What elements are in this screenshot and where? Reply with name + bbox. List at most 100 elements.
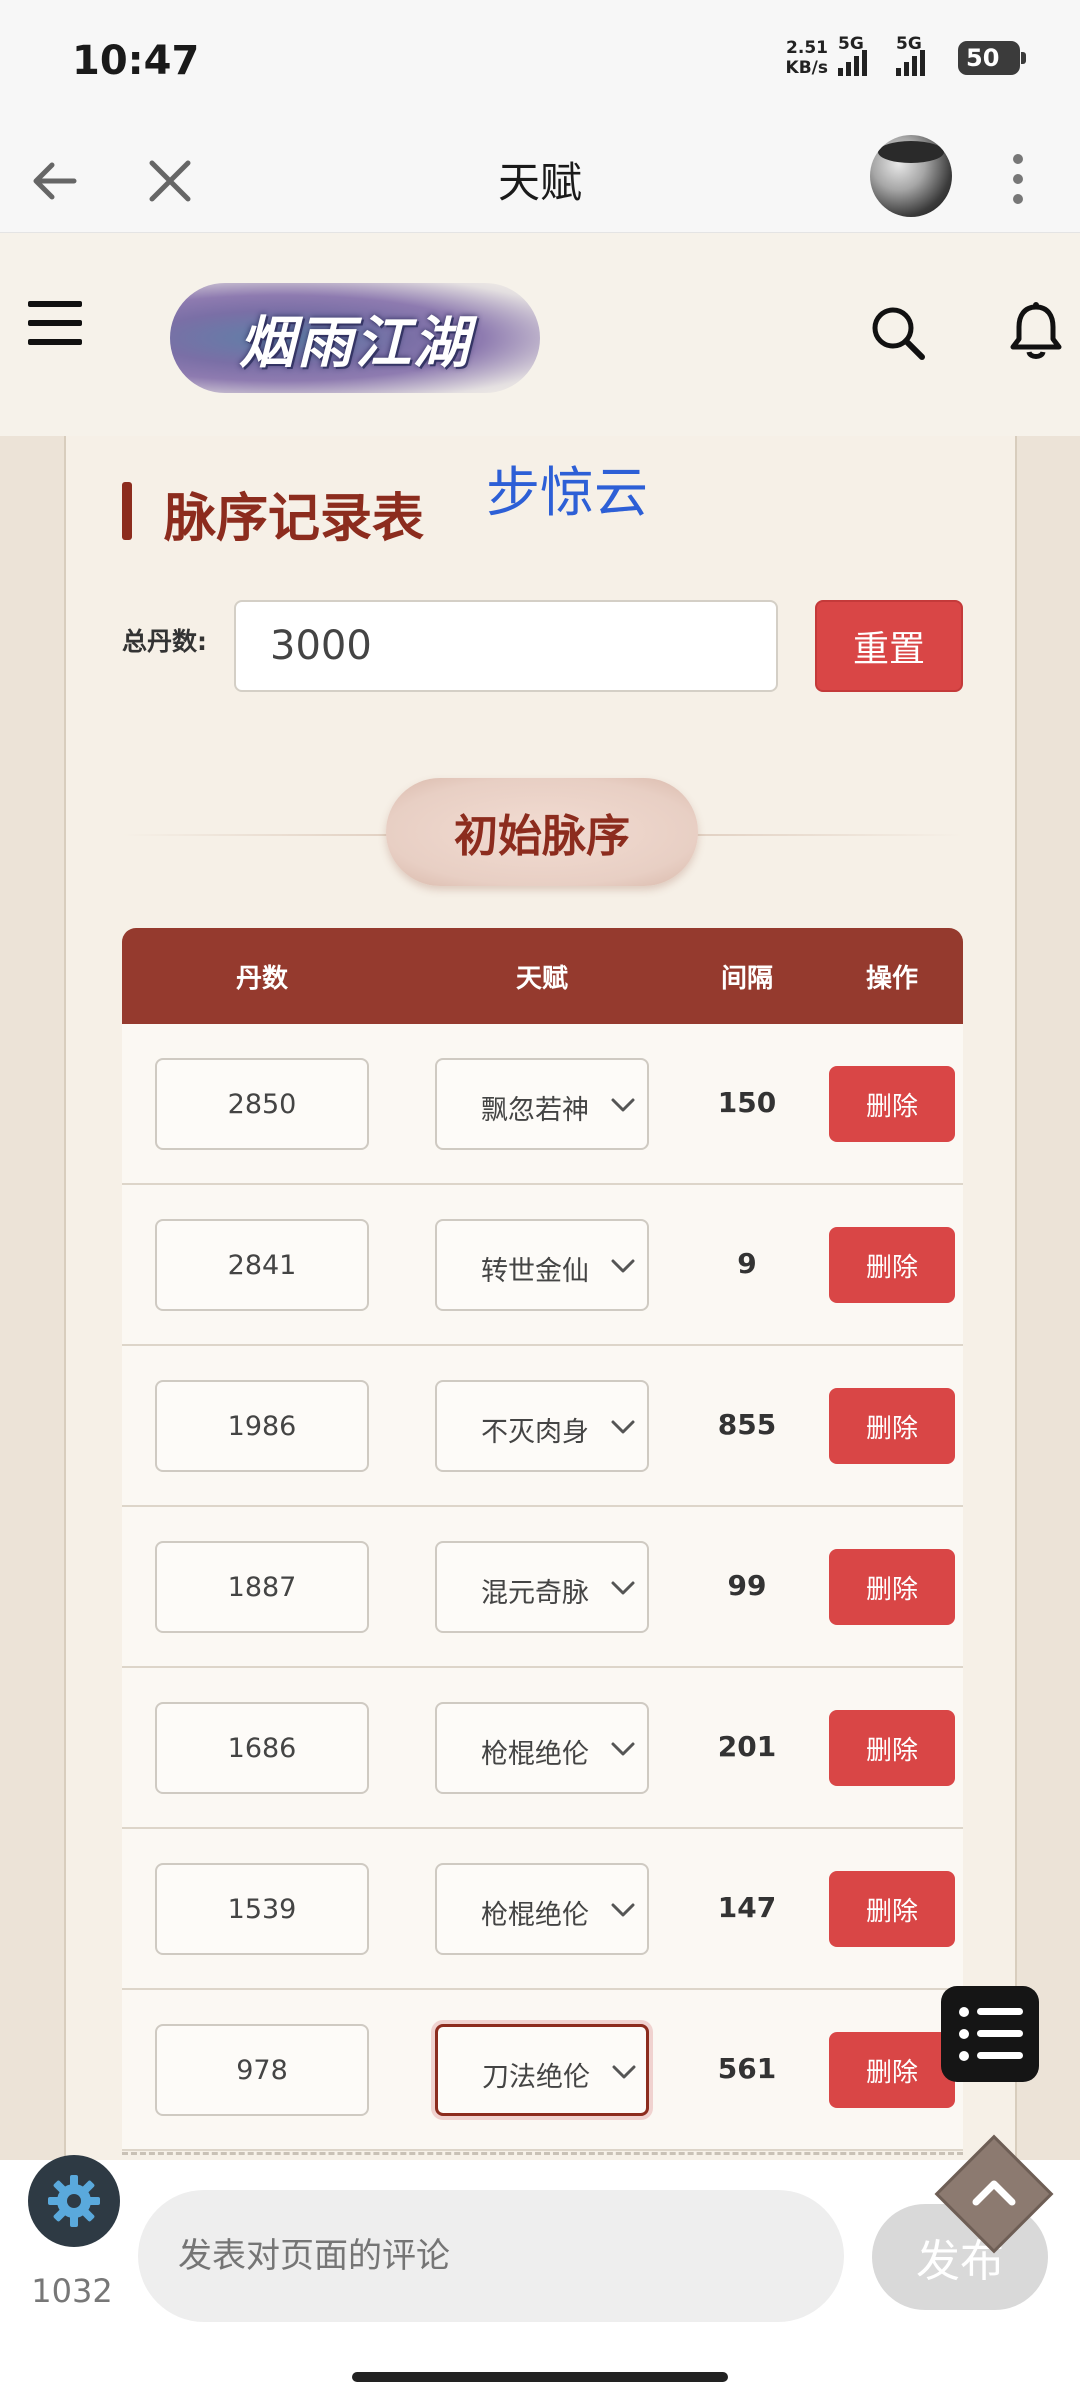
delete-button[interactable]: 删除: [829, 1388, 955, 1464]
talent-value: 刀法绝伦: [482, 2062, 590, 2093]
talent-value: 不灭肉身: [481, 1417, 589, 1448]
talent-value: 枪棍绝伦: [481, 1739, 589, 1770]
talent-select[interactable]: 混元奇脉: [435, 1541, 649, 1633]
table-row: 不灭肉身 855 删除: [122, 1346, 963, 1507]
interval-value: 147: [717, 1891, 777, 1924]
table-row: 混元奇脉 99 删除: [122, 1507, 963, 1668]
interval-value: 9: [737, 1247, 757, 1280]
column-header-talent: 天赋: [515, 963, 568, 994]
bell-icon: [1010, 302, 1062, 359]
notifications-button[interactable]: [1008, 301, 1064, 363]
section-title: 脉序记录表: [122, 476, 424, 551]
chevron-down-icon: [611, 1259, 635, 1273]
more-vertical-icon: [1013, 154, 1023, 204]
interval-value: 99: [727, 1569, 767, 1602]
record-table: 丹数 天赋 间隔 操作 飘忽若神150删除转世金仙9删除不灭肉身855删除混元奇…: [122, 928, 963, 2151]
list-button[interactable]: [941, 1986, 1039, 2082]
dan-input[interactable]: [155, 1541, 369, 1633]
talent-select[interactable]: 枪棍绝伦: [435, 1702, 649, 1794]
close-button[interactable]: [142, 153, 198, 209]
chevron-up-icon: [972, 2180, 1016, 2206]
dan-input[interactable]: [155, 2024, 369, 2116]
battery-icon: 50: [958, 41, 1026, 75]
site-header: 烟雨江湖: [0, 233, 1080, 436]
talent-select[interactable]: 枪棍绝伦: [435, 1863, 649, 1955]
delete-button[interactable]: 删除: [829, 1066, 955, 1142]
network-speed: 2.51 KB/s: [786, 38, 828, 78]
total-label: 总丹数:: [122, 627, 207, 656]
interval-value: 201: [717, 1730, 777, 1763]
column-header-interval: 间隔: [720, 963, 773, 994]
comment-count: 1032: [31, 2272, 113, 2310]
dan-input[interactable]: [155, 1702, 369, 1794]
reset-button[interactable]: 重置: [815, 600, 963, 692]
talent-select[interactable]: 飘忽若神: [435, 1058, 649, 1150]
dan-input[interactable]: [155, 1058, 369, 1150]
talent-select[interactable]: 不灭肉身: [435, 1380, 649, 1472]
table-end-divider: [122, 2152, 963, 2155]
signal-icon: 5G: [838, 34, 886, 76]
chevron-down-icon: [611, 1903, 635, 1917]
site-logo[interactable]: 烟雨江湖: [170, 283, 540, 393]
delete-button[interactable]: 删除: [829, 1871, 955, 1947]
talent-value: 枪棍绝伦: [481, 1900, 589, 1931]
overlay-name: 步惊云: [486, 461, 648, 524]
signal-icon: 5G: [896, 34, 948, 76]
comment-input[interactable]: [138, 2190, 844, 2322]
delete-button[interactable]: 删除: [829, 1227, 955, 1303]
network-speed-value: 2.51: [786, 38, 828, 58]
logo-text: 烟雨江湖: [239, 309, 471, 376]
table-row: 刀法绝伦 561 删除: [122, 1990, 963, 2151]
interval-value: 561: [717, 2052, 777, 2085]
list-icon: [959, 2007, 969, 2017]
dan-input[interactable]: [155, 1863, 369, 1955]
column-header-dan: 丹数: [235, 963, 288, 994]
status-bar: 10:47 2.51 KB/s 5G 5G 50: [0, 0, 1080, 125]
column-header-action: 操作: [865, 963, 918, 994]
signal-label: 5G: [838, 34, 864, 54]
delete-button[interactable]: 删除: [829, 1710, 955, 1786]
chevron-down-icon: [611, 1742, 635, 1756]
table-row: 飘忽若神 150 删除: [122, 1024, 963, 1185]
hamburger-icon[interactable]: [28, 301, 82, 353]
back-button[interactable]: [28, 153, 84, 209]
status-time: 10:47: [72, 38, 200, 84]
phase-title: 初始脉序: [386, 778, 698, 886]
search-icon: [872, 307, 925, 360]
arrow-left-icon: [33, 162, 77, 200]
talent-value: 混元奇脉: [481, 1578, 589, 1609]
table-body: 飘忽若神150删除转世金仙9删除不灭肉身855删除混元奇脉99删除枪棍绝伦201…: [122, 1024, 963, 2151]
total-dan-input[interactable]: [234, 600, 778, 692]
table-row: 枪棍绝伦 147 删除: [122, 1829, 963, 1990]
delete-button[interactable]: 删除: [829, 2032, 955, 2108]
talent-select[interactable]: 刀法绝伦: [435, 2024, 649, 2116]
gear-icon: [48, 2175, 100, 2227]
chevron-down-icon: [612, 2065, 636, 2079]
record-panel: 脉序记录表 步惊云 总丹数: 重置 初始脉序 丹数 天赋 间隔 操作 飘忽若神 1…: [64, 436, 1017, 2164]
title-bar: 天赋: [0, 125, 1080, 233]
signal-label: 5G: [896, 34, 922, 54]
chevron-down-icon: [611, 1420, 635, 1434]
search-button[interactable]: [868, 303, 928, 363]
talent-select[interactable]: 转世金仙: [435, 1219, 649, 1311]
delete-button[interactable]: 删除: [829, 1549, 955, 1625]
dan-input[interactable]: [155, 1219, 369, 1311]
status-icons: 2.51 KB/s 5G 5G 50: [786, 34, 1026, 78]
gear-button[interactable]: [28, 2155, 120, 2247]
more-button[interactable]: [1000, 149, 1036, 209]
home-indicator[interactable]: [352, 2372, 728, 2382]
table-row: 枪棍绝伦 201 删除: [122, 1668, 963, 1829]
chevron-down-icon: [611, 1098, 635, 1112]
content-area: 脉序记录表 步惊云 总丹数: 重置 初始脉序 丹数 天赋 间隔 操作 飘忽若神 1…: [0, 436, 1080, 2164]
talent-value: 飘忽若神: [481, 1095, 589, 1126]
table-header: 丹数 天赋 间隔 操作: [122, 928, 963, 1024]
interval-value: 855: [717, 1408, 777, 1441]
dan-input[interactable]: [155, 1380, 369, 1472]
avatar[interactable]: [870, 135, 952, 217]
chevron-down-icon: [611, 1581, 635, 1595]
table-row: 转世金仙 9 删除: [122, 1185, 963, 1346]
interval-value: 150: [717, 1086, 777, 1119]
close-icon: [149, 160, 191, 202]
network-speed-unit: KB/s: [785, 58, 828, 78]
talent-value: 转世金仙: [481, 1256, 589, 1287]
